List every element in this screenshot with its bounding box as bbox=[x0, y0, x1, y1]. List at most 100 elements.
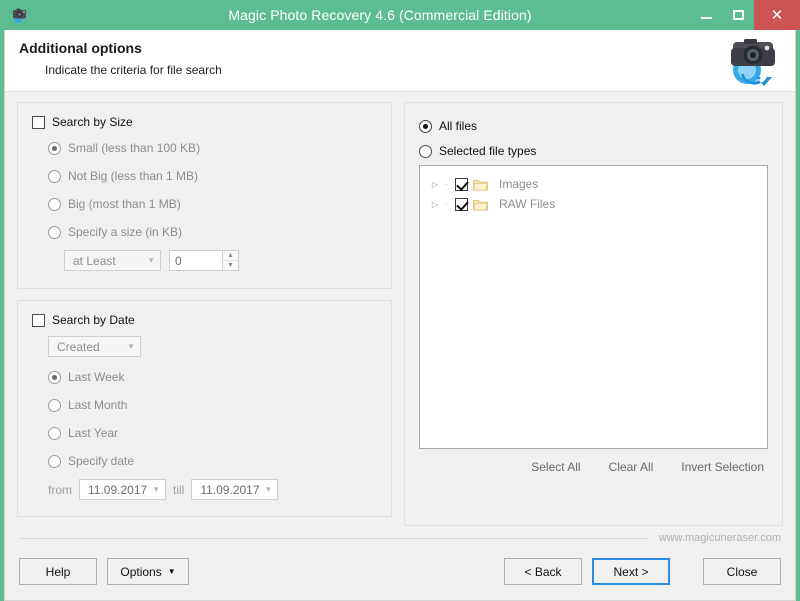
size-option-small-radio[interactable] bbox=[48, 141, 61, 155]
close-icon: ✕ bbox=[770, 7, 784, 24]
search-by-date-checkbox[interactable] bbox=[32, 313, 45, 327]
page-subtitle: Indicate the criteria for file search bbox=[45, 63, 222, 77]
button-bar: Help Options ▼ < Back Next > Close bbox=[19, 558, 781, 585]
page-title: Additional options bbox=[19, 40, 142, 56]
spinner-buttons[interactable]: ▲ ▼ bbox=[223, 250, 239, 271]
file-type-tree[interactable]: ▷ · Images ▷ · RAW Files bbox=[419, 165, 768, 449]
expand-triangle-icon[interactable]: ▷ bbox=[430, 200, 440, 209]
size-comparator-dropdown[interactable]: at Least ▾ bbox=[64, 250, 161, 271]
date-option-last-year-radio[interactable] bbox=[48, 426, 61, 440]
select-all-link[interactable]: Select All bbox=[531, 460, 580, 474]
date-till-value: 11.09.2017 bbox=[200, 482, 260, 497]
next-button-label: Next > bbox=[613, 564, 649, 579]
size-value-spinner[interactable]: 0 ▲ ▼ bbox=[169, 250, 239, 271]
folder-icon bbox=[473, 198, 488, 211]
selected-file-types-option[interactable]: Selected file types bbox=[419, 137, 782, 165]
search-by-date-checkbox-row[interactable]: Search by Date bbox=[32, 313, 391, 327]
date-option-last-month-radio[interactable] bbox=[48, 398, 61, 412]
all-files-radio[interactable] bbox=[419, 119, 432, 133]
size-option-small[interactable]: Small (less than 100 KB) bbox=[48, 134, 391, 162]
date-till-label: till bbox=[173, 482, 185, 497]
selected-file-types-radio[interactable] bbox=[419, 144, 432, 158]
all-files-option[interactable]: All files bbox=[419, 115, 782, 137]
minimize-icon bbox=[700, 17, 712, 19]
date-from-value: 11.09.2017 bbox=[88, 482, 148, 497]
size-option-not-big-radio[interactable] bbox=[48, 169, 61, 183]
date-option-last-month-label: Last Month bbox=[68, 398, 128, 412]
date-option-specify[interactable]: Specify date bbox=[48, 447, 391, 475]
date-field-value: Created bbox=[57, 339, 100, 354]
search-by-size-label: Search by Size bbox=[52, 115, 133, 129]
camera-recovery-logo-icon bbox=[725, 34, 781, 88]
all-files-label: All files bbox=[439, 119, 478, 133]
back-button-label: < Back bbox=[524, 564, 562, 579]
invert-selection-link[interactable]: Invert Selection bbox=[681, 460, 764, 474]
left-column: Search by Size Small (less than 100 KB) … bbox=[17, 102, 392, 526]
clear-all-link[interactable]: Clear All bbox=[609, 460, 654, 474]
date-from-label: from bbox=[48, 482, 72, 497]
size-option-specify-radio[interactable] bbox=[48, 225, 61, 239]
size-option-not-big[interactable]: Not Big (less than 1 MB) bbox=[48, 162, 391, 190]
date-option-last-year-label: Last Year bbox=[68, 426, 119, 440]
date-till-dropdown[interactable]: 11.09.2017 ▾ bbox=[191, 479, 279, 500]
tree-action-links: Select All Clear All Invert Selection bbox=[405, 460, 764, 474]
divider bbox=[19, 537, 649, 539]
size-controls-row: at Least ▾ 0 ▲ ▼ bbox=[64, 250, 391, 271]
date-range-row: from 11.09.2017 ▾ till 11.09.2017 ▾ bbox=[48, 479, 391, 500]
help-button[interactable]: Help bbox=[19, 558, 97, 585]
search-by-date-label: Search by Date bbox=[52, 313, 135, 327]
date-option-last-week[interactable]: Last Week bbox=[48, 363, 391, 391]
footer: www.magicuneraser.com Help Options ▼ < B… bbox=[5, 526, 795, 600]
options-button-label: Options bbox=[120, 564, 162, 579]
size-option-big-radio[interactable] bbox=[48, 197, 61, 211]
tree-item-raw-files-checkbox[interactable] bbox=[455, 197, 468, 211]
size-option-not-big-label: Not Big (less than 1 MB) bbox=[68, 169, 199, 183]
search-by-size-group: Search by Size Small (less than 100 KB) … bbox=[17, 102, 392, 289]
tree-item-images-label: Images bbox=[499, 177, 539, 191]
spinner-up-icon[interactable]: ▲ bbox=[223, 251, 238, 261]
tree-item-raw-files[interactable]: ▷ · RAW Files bbox=[430, 194, 767, 214]
chevron-down-icon: ▾ bbox=[128, 341, 134, 351]
expand-triangle-icon[interactable]: ▷ bbox=[430, 180, 440, 189]
website-label: www.magicuneraser.com bbox=[658, 532, 781, 544]
date-option-specify-radio[interactable] bbox=[48, 454, 61, 468]
size-option-big[interactable]: Big (most than 1 MB) bbox=[48, 190, 391, 218]
spinner-down-icon[interactable]: ▼ bbox=[223, 261, 238, 270]
next-button[interactable]: Next > bbox=[592, 558, 670, 585]
tree-item-raw-files-label: RAW Files bbox=[499, 197, 556, 211]
search-by-size-checkbox[interactable] bbox=[32, 115, 45, 129]
options-button[interactable]: Options ▼ bbox=[107, 558, 189, 585]
date-from-dropdown[interactable]: 11.09.2017 ▾ bbox=[79, 479, 166, 500]
date-option-last-year[interactable]: Last Year bbox=[48, 419, 391, 447]
size-option-specify-label: Specify a size (in KB) bbox=[68, 225, 183, 239]
size-option-specify[interactable]: Specify a size (in KB) bbox=[48, 218, 391, 246]
date-option-last-month[interactable]: Last Month bbox=[48, 391, 391, 419]
back-button[interactable]: < Back bbox=[504, 558, 582, 585]
minimize-button[interactable] bbox=[690, 0, 722, 30]
right-column: All files Selected file types ▷ · Images… bbox=[404, 102, 783, 526]
app-icon bbox=[0, 0, 30, 30]
folder-icon bbox=[473, 178, 488, 191]
close-window-button[interactable]: ✕ bbox=[754, 0, 800, 30]
date-field-dropdown[interactable]: Created ▾ bbox=[48, 336, 141, 357]
date-option-last-week-label: Last Week bbox=[68, 370, 125, 384]
client-area: Additional options Indicate the criteria… bbox=[4, 30, 796, 601]
options-body: Search by Size Small (less than 100 KB) … bbox=[5, 92, 795, 526]
close-dialog-button-label: Close bbox=[726, 564, 758, 579]
tree-item-images[interactable]: ▷ · Images bbox=[430, 174, 767, 194]
maximize-button[interactable] bbox=[722, 0, 754, 30]
search-by-size-checkbox-row[interactable]: Search by Size bbox=[32, 115, 391, 129]
title-bar: Magic Photo Recovery 4.6 (Commercial Edi… bbox=[0, 0, 800, 30]
help-button-label: Help bbox=[45, 564, 71, 579]
close-dialog-button[interactable]: Close bbox=[703, 558, 781, 585]
size-value-input[interactable]: 0 bbox=[169, 250, 223, 271]
date-option-last-week-radio[interactable] bbox=[48, 370, 61, 384]
tree-item-images-checkbox[interactable] bbox=[455, 177, 468, 191]
tree-connector-icon: · bbox=[445, 199, 448, 209]
chevron-down-icon: ▾ bbox=[266, 484, 271, 494]
chevron-down-icon: ▾ bbox=[153, 484, 159, 494]
footer-divider-row: www.magicuneraser.com bbox=[19, 526, 781, 544]
maximize-icon bbox=[732, 10, 744, 20]
search-by-date-group: Search by Date Created ▾ Last Week Last … bbox=[17, 300, 392, 517]
page-header: Additional options Indicate the criteria… bbox=[5, 30, 795, 92]
